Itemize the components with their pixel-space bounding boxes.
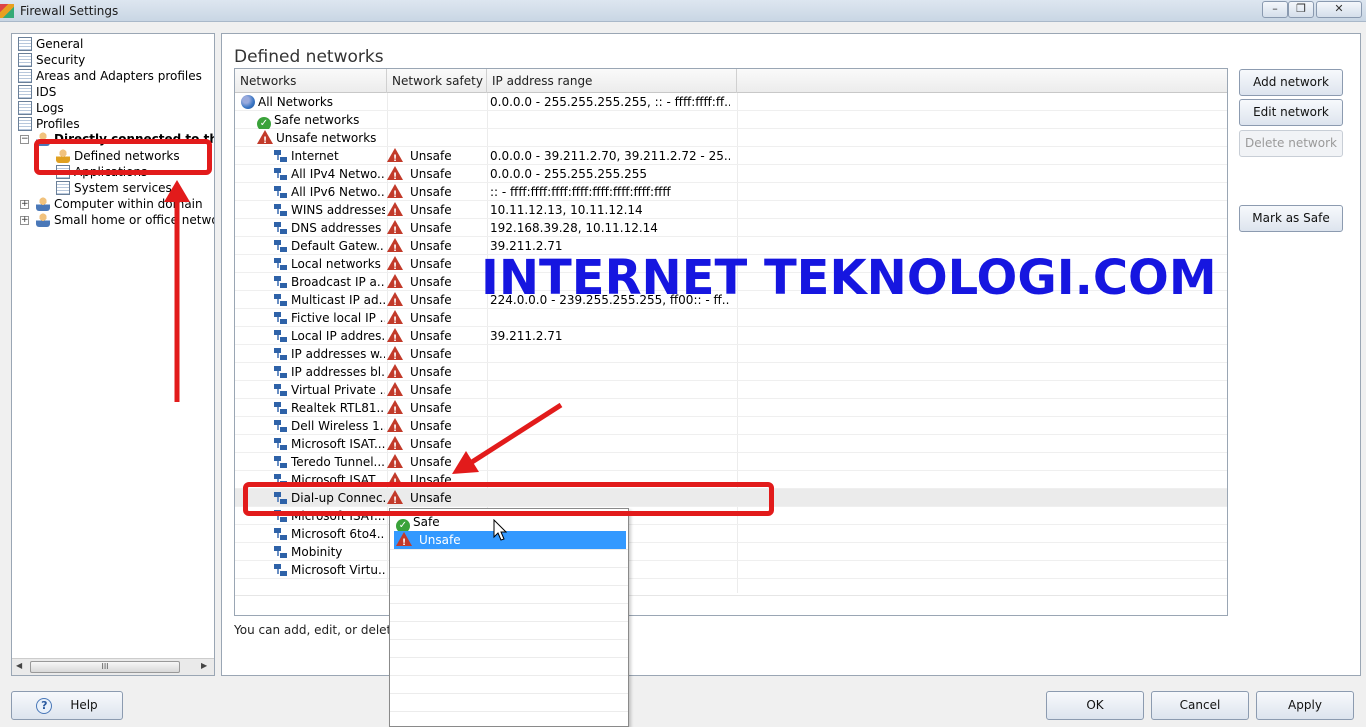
arrow-up-head	[164, 180, 190, 202]
arrow-diagonal-line	[470, 402, 563, 465]
annotation-arrows	[164, 180, 563, 474]
